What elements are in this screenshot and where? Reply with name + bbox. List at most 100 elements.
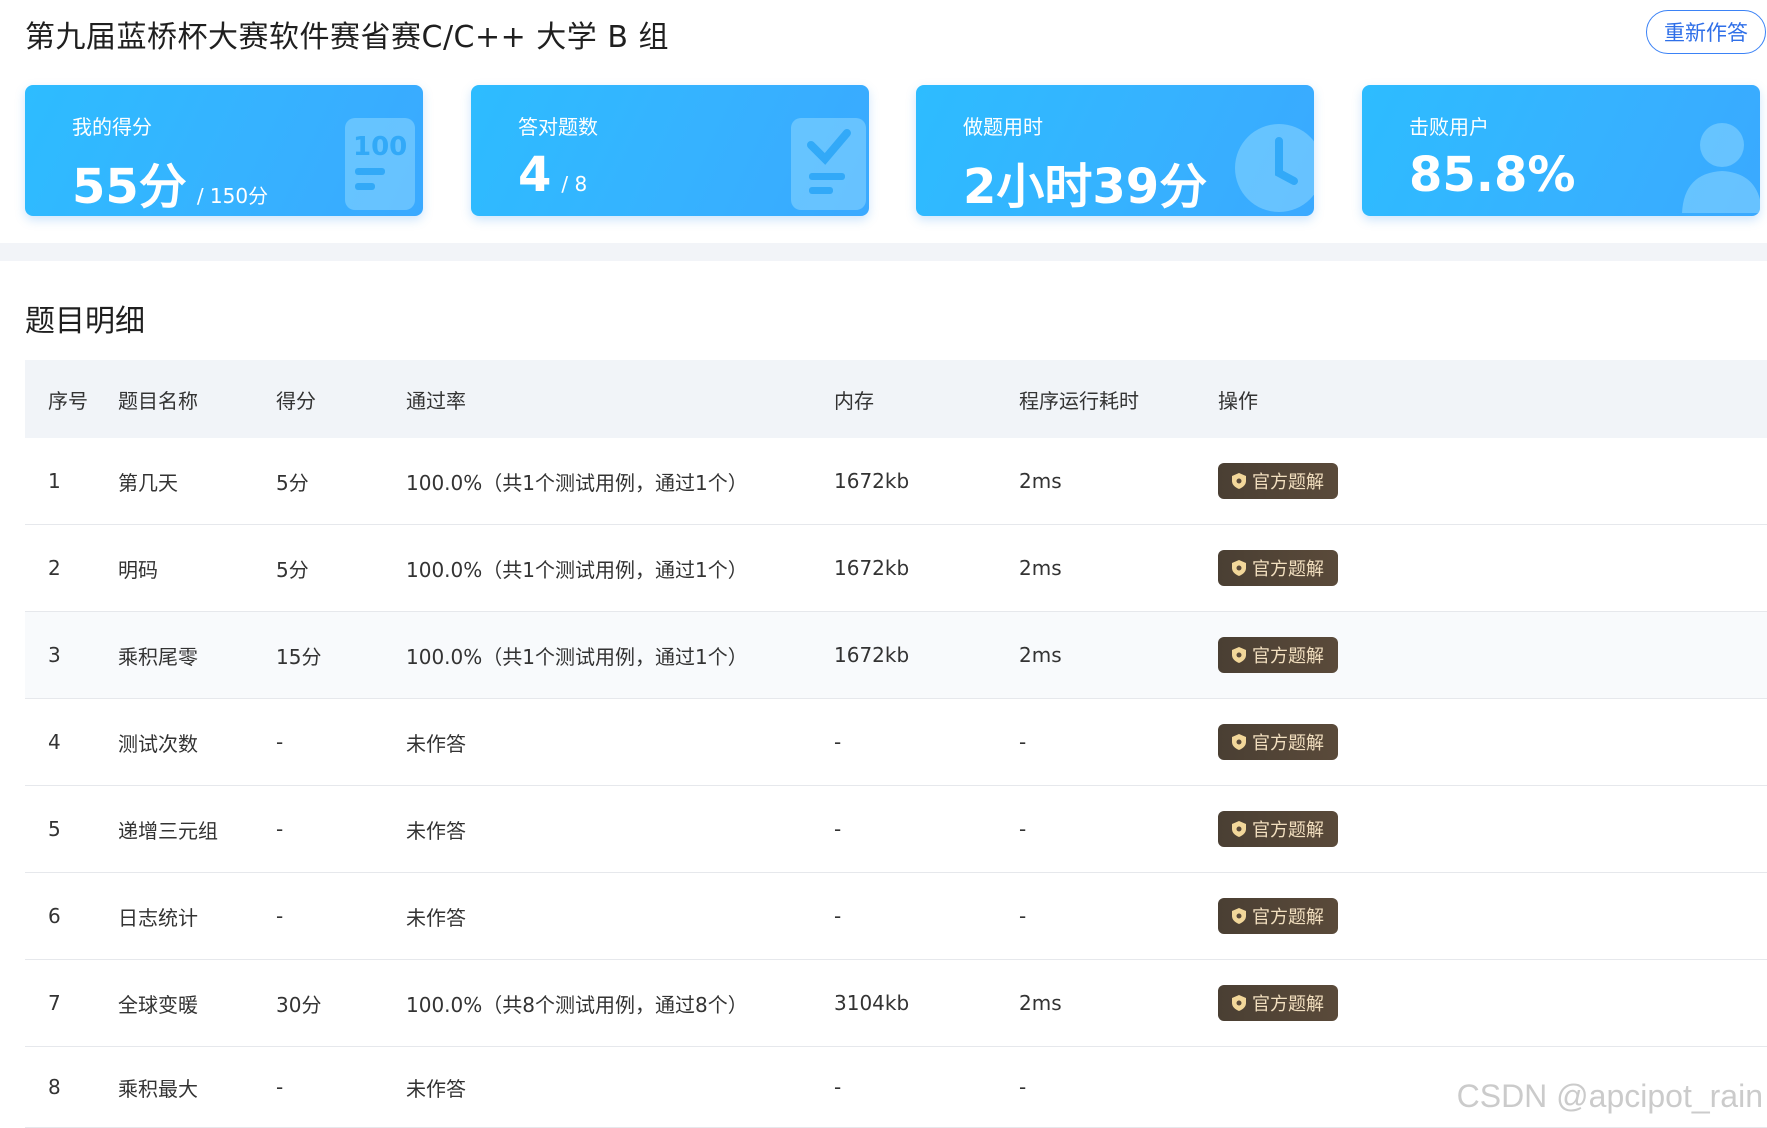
- row-score: -: [276, 730, 284, 754]
- row-memory: -: [834, 730, 842, 754]
- solution-label: 官方题解: [1252, 646, 1324, 667]
- row-memory: 1672kb: [834, 556, 910, 580]
- solution-button[interactable]: 官方题解: [1218, 724, 1338, 760]
- row-score: 15分: [276, 644, 322, 669]
- header-memory: 内存: [834, 388, 874, 413]
- watermark: CSDN @apcipot_rain: [1456, 1078, 1763, 1114]
- time-card: 做题用时 2小时39分: [916, 85, 1314, 216]
- row-memory: -: [834, 1075, 842, 1099]
- table-row: 4 测试次数 - 未作答 - - 官方题解: [25, 699, 1767, 786]
- header-score: 得分: [276, 388, 316, 413]
- shield-badge-icon: [1232, 821, 1246, 837]
- shield-badge-icon: [1232, 995, 1246, 1011]
- solution-button[interactable]: 官方题解: [1218, 463, 1338, 499]
- row-rate: 100.0%（共1个测试用例，通过1个）: [406, 644, 748, 669]
- row-name: 递增三元组: [118, 818, 218, 843]
- row-name: 日志统计: [118, 905, 198, 930]
- table-row: 6 日志统计 - 未作答 - - 官方题解: [25, 873, 1767, 960]
- row-runtime: 2ms: [1019, 556, 1062, 580]
- solution-button[interactable]: 官方题解: [1218, 637, 1338, 673]
- table-row: 7 全球变暖 30分 100.0%（共8个测试用例，通过8个） 3104kb 2…: [25, 960, 1767, 1047]
- details-table: 序号 题目名称 得分 通过率 内存 程序运行耗时 操作 1 第几天 5分 100…: [25, 360, 1767, 1128]
- row-runtime: -: [1019, 817, 1027, 841]
- score-total: / 150分: [196, 184, 269, 208]
- row-rate: 未作答: [406, 905, 466, 930]
- shield-badge-icon: [1232, 908, 1246, 924]
- beat-label: 击败用户: [1409, 115, 1489, 139]
- solution-button[interactable]: 官方题解: [1218, 811, 1338, 847]
- row-score: 5分: [276, 470, 309, 495]
- details-title: 题目明细: [25, 304, 145, 339]
- summary-section: 第九届蓝桥杯大赛软件赛省赛C/C++ 大学 B 组 重新作答 我的得分 55分 /…: [0, 0, 1767, 240]
- header-rate: 通过率: [406, 388, 466, 413]
- row-rate: 100.0%（共1个测试用例，通过1个）: [406, 557, 748, 582]
- row-name: 明码: [118, 557, 158, 582]
- solution-label: 官方题解: [1252, 994, 1324, 1015]
- correct-card: 答对题数 4 / 8: [471, 85, 869, 216]
- row-name: 乘积最大: [118, 1076, 198, 1101]
- user-icon: [1682, 123, 1760, 213]
- row-runtime: -: [1019, 1075, 1027, 1099]
- shield-badge-icon: [1232, 734, 1246, 750]
- header-action: 操作: [1218, 388, 1258, 413]
- shield-badge-icon: [1232, 647, 1246, 663]
- solution-label: 官方题解: [1252, 907, 1324, 928]
- table-row: 2 明码 5分 100.0%（共1个测试用例，通过1个） 1672kb 2ms …: [25, 525, 1767, 612]
- solution-button[interactable]: 官方题解: [1218, 898, 1338, 934]
- time-label: 做题用时: [963, 115, 1043, 139]
- row-rate: 未作答: [406, 731, 466, 756]
- time-value: 2小时39分: [963, 159, 1208, 215]
- header-no: 序号: [48, 388, 88, 413]
- solution-button[interactable]: 官方题解: [1218, 985, 1338, 1021]
- redo-button[interactable]: 重新作答: [1646, 10, 1766, 54]
- solution-label: 官方题解: [1252, 733, 1324, 754]
- row-no: 3: [48, 643, 61, 667]
- table-row: 3 乘积尾零 15分 100.0%（共1个测试用例，通过1个） 1672kb 2…: [25, 612, 1767, 699]
- row-name: 乘积尾零: [118, 644, 198, 669]
- solution-label: 官方题解: [1252, 820, 1324, 841]
- checklist-icon: [791, 118, 866, 210]
- shield-badge-icon: [1232, 560, 1246, 576]
- row-score: -: [276, 1075, 284, 1099]
- row-no: 7: [48, 991, 61, 1015]
- beat-value: 85.8%: [1409, 147, 1576, 203]
- row-score: 5分: [276, 557, 309, 582]
- score-document-icon: 100: [345, 118, 415, 210]
- row-memory: 1672kb: [834, 469, 910, 493]
- section-divider: [0, 243, 1767, 261]
- row-score: -: [276, 817, 284, 841]
- row-no: 1: [48, 469, 61, 493]
- svg-text:100: 100: [353, 132, 407, 162]
- header-name: 题目名称: [118, 388, 198, 413]
- row-rate: 100.0%（共1个测试用例，通过1个）: [406, 470, 748, 495]
- correct-label: 答对题数: [518, 115, 598, 139]
- table-header: 序号 题目名称 得分 通过率 内存 程序运行耗时 操作: [25, 360, 1767, 438]
- score-card: 我的得分 55分 / 150分 100: [25, 85, 423, 216]
- row-runtime: 2ms: [1019, 991, 1062, 1015]
- row-memory: 1672kb: [834, 643, 910, 667]
- correct-total: / 8: [561, 172, 588, 196]
- table-row: 5 递增三元组 - 未作答 - - 官方题解: [25, 786, 1767, 873]
- row-rate: 未作答: [406, 818, 466, 843]
- row-name: 第几天: [118, 470, 178, 495]
- row-name: 全球变暖: [118, 992, 198, 1017]
- shield-badge-icon: [1232, 473, 1246, 489]
- row-score: -: [276, 904, 284, 928]
- score-label: 我的得分: [72, 115, 152, 139]
- row-memory: -: [834, 904, 842, 928]
- solution-button[interactable]: 官方题解: [1218, 550, 1338, 586]
- clock-icon: [1235, 124, 1314, 212]
- row-rate: 未作答: [406, 1076, 466, 1101]
- row-memory: 3104kb: [834, 991, 910, 1015]
- row-no: 8: [48, 1075, 61, 1099]
- solution-label: 官方题解: [1252, 559, 1324, 580]
- score-value: 55分 / 150分: [72, 147, 268, 216]
- row-no: 2: [48, 556, 61, 580]
- page-title: 第九届蓝桥杯大赛软件赛省赛C/C++ 大学 B 组: [25, 20, 669, 55]
- row-runtime: -: [1019, 904, 1027, 928]
- solution-label: 官方题解: [1252, 472, 1324, 493]
- row-name: 测试次数: [118, 731, 198, 756]
- row-runtime: 2ms: [1019, 643, 1062, 667]
- row-no: 6: [48, 904, 61, 928]
- table-row: 1 第几天 5分 100.0%（共1个测试用例，通过1个） 1672kb 2ms…: [25, 438, 1767, 525]
